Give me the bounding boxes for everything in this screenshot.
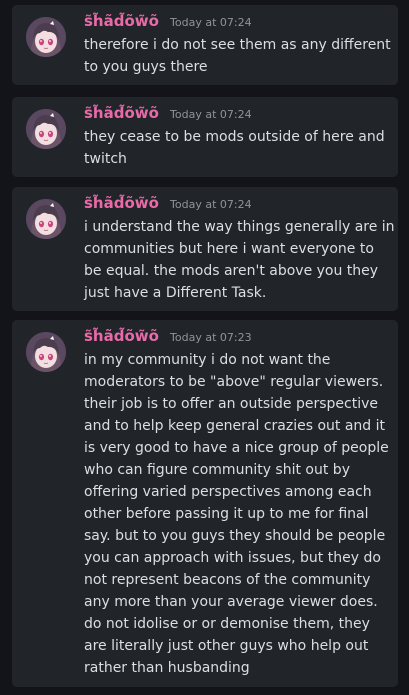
message-line: is very good to have a nice group of peo… — [84, 440, 389, 456]
author-name[interactable]: s̃h̃ãd̃õw̃õ — [84, 327, 159, 345]
message-line: other before passing it up to me for fin… — [84, 506, 369, 522]
user-avatar[interactable] — [26, 199, 66, 239]
message-line: you can approach with issues, but they d… — [84, 550, 381, 566]
message-line: communities but here i want everyone to — [84, 241, 374, 257]
author-name[interactable]: s̃h̃ãd̃õw̃õ — [84, 12, 159, 30]
author-name[interactable]: s̃h̃ãd̃õw̃õ — [84, 104, 159, 122]
message-line: in my community i do not want the — [84, 352, 331, 368]
message-line: do not idolise or or demonise them, they — [84, 616, 370, 632]
message-content: therefore i do not see them as any diffe… — [84, 34, 391, 78]
avatar-image — [26, 199, 66, 239]
message-feed: s̃h̃ãd̃õw̃õ Today at 07:24 therefore i d… — [0, 0, 409, 695]
message-line: twitch — [84, 151, 127, 167]
message-line: just have a Different Task. — [84, 285, 267, 301]
user-avatar[interactable] — [26, 109, 66, 149]
author-name[interactable]: s̃h̃ãd̃õw̃õ — [84, 194, 159, 212]
message-line: who can figure community shit out by — [84, 462, 350, 478]
message-line: to you guys there — [84, 59, 208, 75]
message-line: therefore i do not see them as any diffe… — [84, 37, 391, 53]
message-line: their job is to offer an outside perspec… — [84, 396, 379, 412]
message-card: s̃h̃ãd̃õw̃õ Today at 07:24 therefore i d… — [12, 5, 398, 85]
message-card: s̃h̃ãd̃õw̃õ Today at 07:24 they cease to… — [12, 97, 398, 177]
message-timestamp: Today at 07:23 — [170, 331, 252, 344]
message-content: i understand the way things generally ar… — [84, 216, 395, 304]
message-line: i understand the way things generally ar… — [84, 219, 395, 235]
message-content: they cease to be mods outside of here an… — [84, 126, 390, 170]
avatar-image — [26, 109, 66, 149]
message-line: moderators to be "above" regular viewers… — [84, 374, 384, 390]
message-timestamp: Today at 07:24 — [170, 108, 252, 121]
message-line: they cease to be mods outside of here an… — [84, 129, 385, 145]
user-avatar[interactable] — [26, 332, 66, 372]
message-content: in my community i do not want the modera… — [84, 349, 390, 679]
message-card: s̃h̃ãd̃õw̃õ Today at 07:24 i understand … — [12, 187, 398, 311]
message-line: and to help keep general crazies out and… — [84, 418, 386, 434]
message-line: rather than husbanding — [84, 660, 250, 676]
message-line: not represent beacons of the community — [84, 572, 371, 588]
message-timestamp: Today at 07:24 — [170, 16, 252, 29]
avatar-image — [26, 17, 66, 57]
message-line: offering varied perspectives among each — [84, 484, 372, 500]
message-timestamp: Today at 07:24 — [170, 198, 252, 211]
user-avatar[interactable] — [26, 17, 66, 57]
message-line: any more than your average viewer does. — [84, 594, 378, 610]
message-line: are literally just other guys who help o… — [84, 638, 369, 654]
message-line: be equal. the mods aren't above you they — [84, 263, 379, 279]
avatar-image — [26, 332, 66, 372]
message-line: say. but to you guys they should be peop… — [84, 528, 386, 544]
message-card: s̃h̃ãd̃õw̃õ Today at 07:23 in my communi… — [12, 320, 398, 687]
